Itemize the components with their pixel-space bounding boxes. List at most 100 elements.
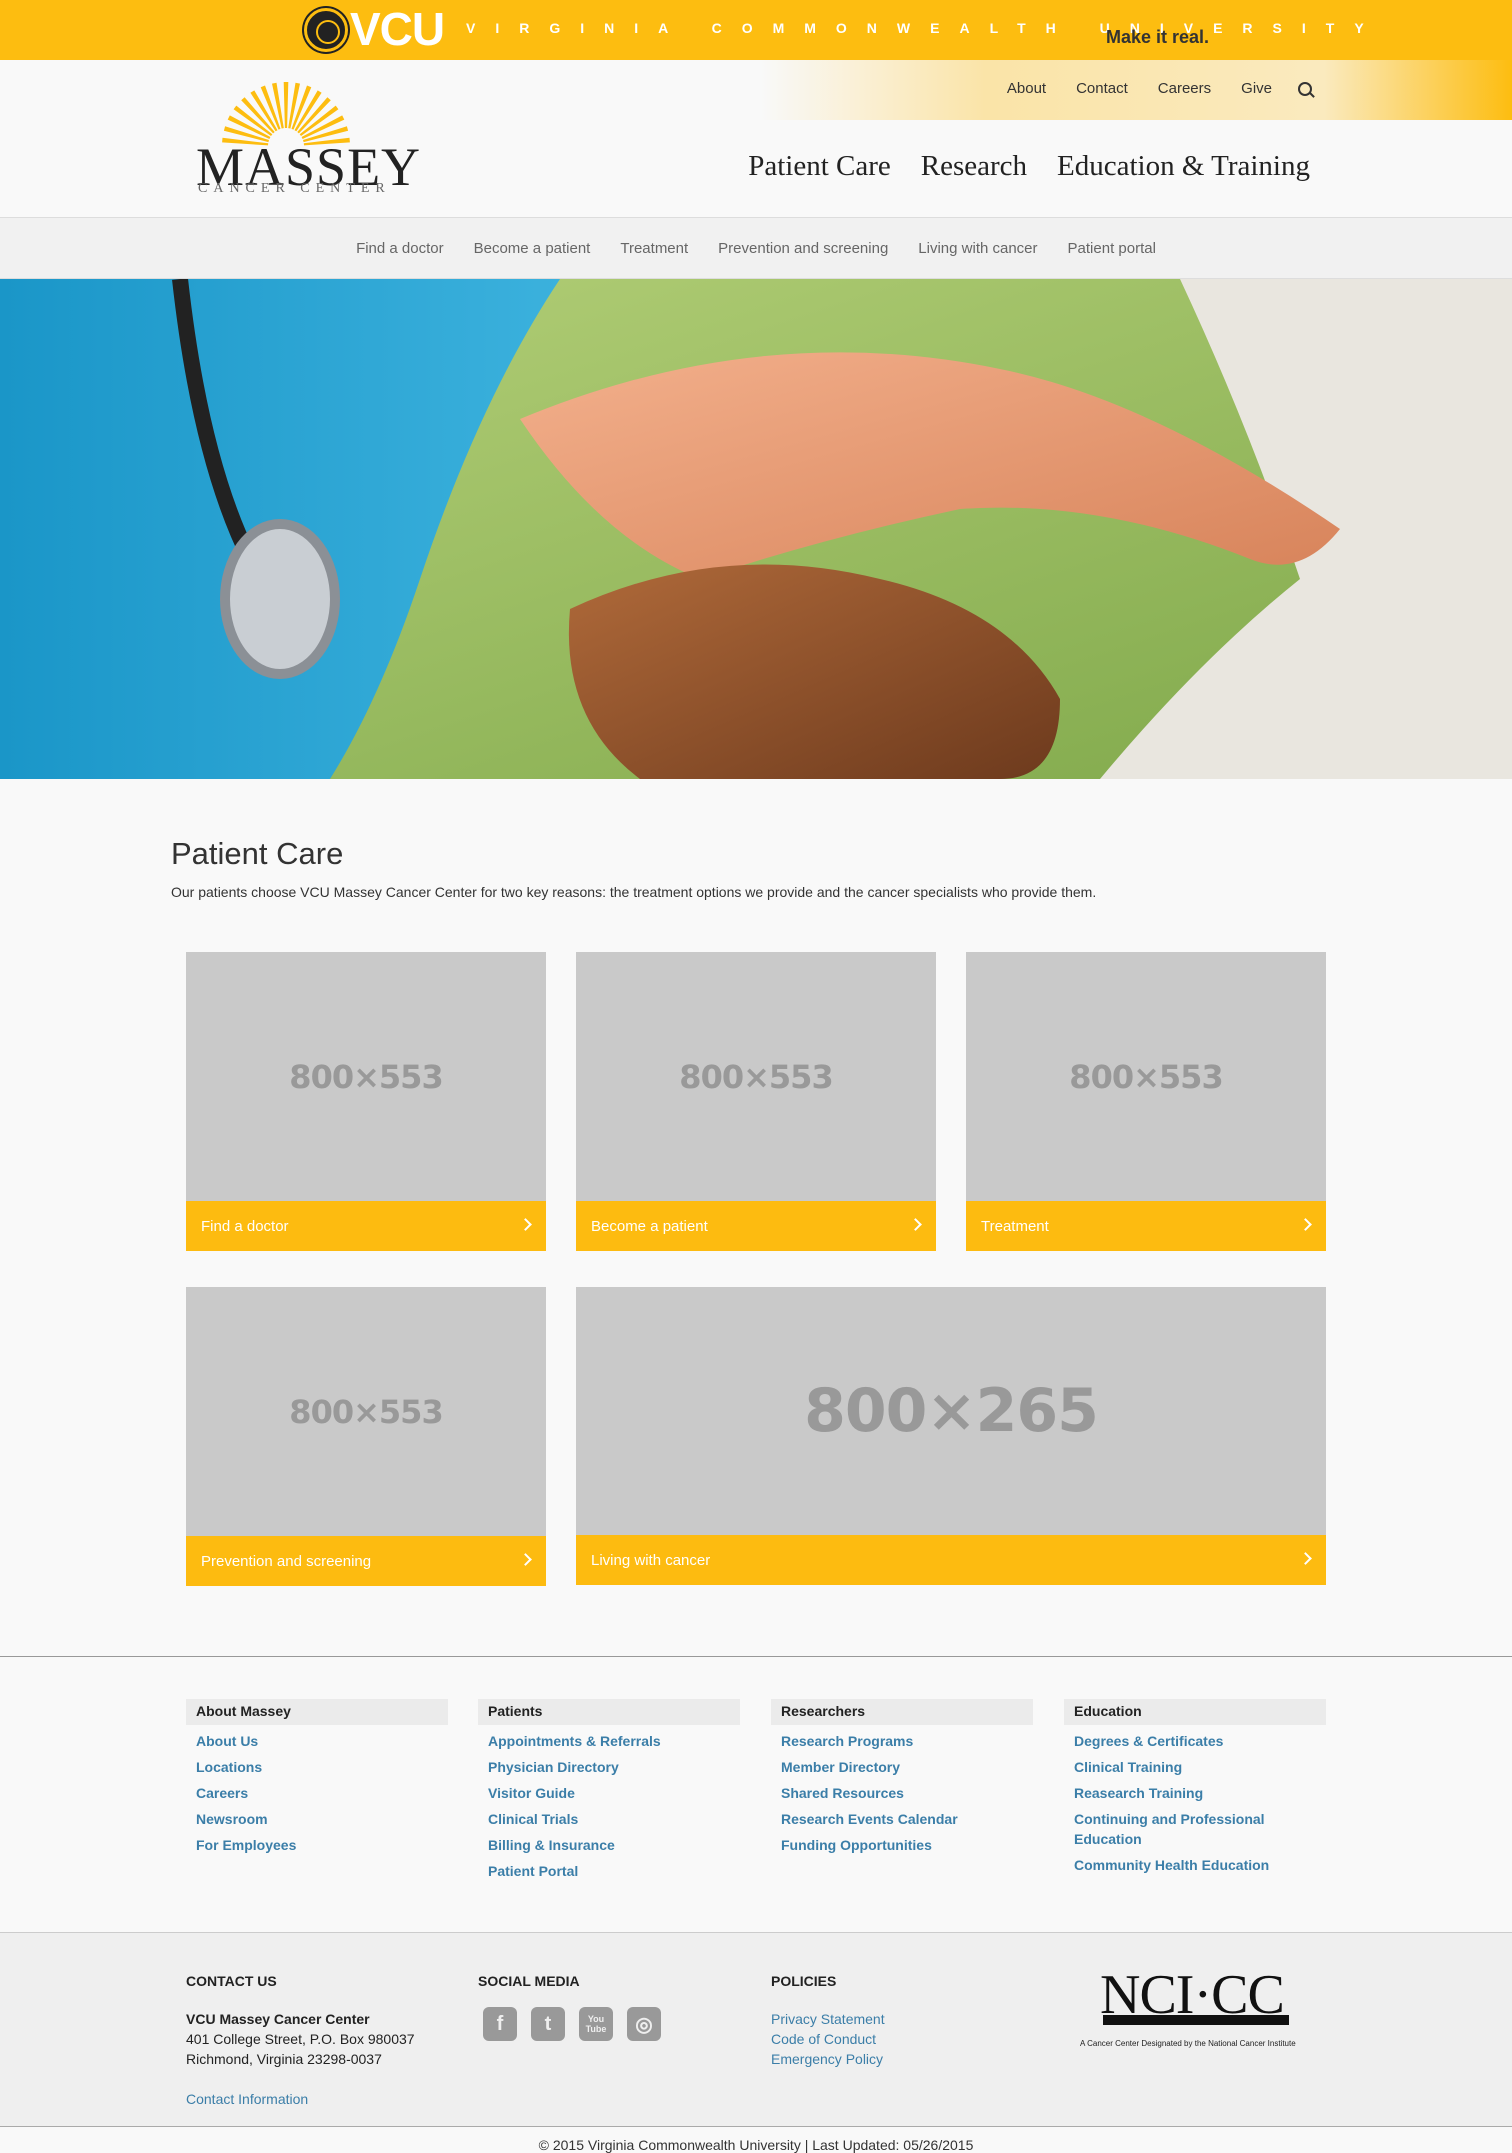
card-bar[interactable]: Find a doctor bbox=[186, 1201, 546, 1251]
instagram-icon[interactable]: ◎ bbox=[627, 2007, 661, 2041]
footer-col-researchers: Researchers Research Programs Member Dir… bbox=[771, 1699, 1033, 1855]
card-treatment[interactable]: 800×553 Treatment bbox=[966, 952, 1326, 1251]
policy-link-privacy[interactable]: Privacy Statement bbox=[771, 2009, 885, 2029]
main-nav-research[interactable]: Research bbox=[921, 150, 1027, 183]
footer-links: About Massey About Us Locations Careers … bbox=[0, 1656, 1512, 1932]
utility-nav: About Contact Careers Give bbox=[1007, 80, 1312, 97]
chevron-right-icon bbox=[1299, 1552, 1312, 1565]
footer-link[interactable]: About Us bbox=[186, 1731, 448, 1751]
card-bar[interactable]: Living with cancer bbox=[576, 1535, 1326, 1585]
policy-link-emergency[interactable]: Emergency Policy bbox=[771, 2049, 883, 2069]
subnav-living[interactable]: Living with cancer bbox=[918, 240, 1037, 257]
vcu-name[interactable]: VIRGINIA COMMONWEALTH UNIVERSITY bbox=[466, 20, 1384, 36]
utility-link-contact[interactable]: Contact bbox=[1076, 80, 1128, 97]
main-nav-patient-care[interactable]: Patient Care bbox=[748, 150, 891, 183]
card-label: Treatment bbox=[981, 1217, 1049, 1235]
footer-col-heading: Patients bbox=[478, 1699, 740, 1725]
utility-link-give[interactable]: Give bbox=[1241, 80, 1272, 97]
footer-col-about: About Massey About Us Locations Careers … bbox=[186, 1699, 448, 1855]
contact-address-line1: 401 College Street, P.O. Box 980037 bbox=[186, 2031, 415, 2047]
youtube-icon[interactable]: You Tube bbox=[579, 2007, 613, 2041]
card-label: Find a doctor bbox=[201, 1217, 289, 1235]
card-bar[interactable]: Treatment bbox=[966, 1201, 1326, 1251]
twitter-icon[interactable]: t bbox=[531, 2007, 565, 2041]
footer-link[interactable]: Member Directory bbox=[771, 1757, 1033, 1777]
footer-link[interactable]: Clinical Training bbox=[1064, 1757, 1326, 1777]
footer-link[interactable]: Patient Portal bbox=[478, 1861, 740, 1881]
footer-col-heading: Researchers bbox=[771, 1699, 1033, 1725]
footer-col-heading: Education bbox=[1064, 1699, 1326, 1725]
contact-heading: CONTACT US bbox=[186, 1973, 277, 1989]
chevron-right-icon bbox=[909, 1218, 922, 1231]
footer-link[interactable]: Research Programs bbox=[771, 1731, 1033, 1751]
facebook-icon[interactable]: f bbox=[483, 2007, 517, 2041]
footer-col-heading: About Massey bbox=[186, 1699, 448, 1725]
card-prevention[interactable]: 800×553 Prevention and screening bbox=[186, 1287, 546, 1586]
footer-link[interactable]: Research Events Calendar bbox=[771, 1809, 1033, 1829]
utility-link-about[interactable]: About bbox=[1007, 80, 1046, 97]
site-header: About Contact Careers Give MASSEY CANCER… bbox=[0, 60, 1512, 217]
footer-link[interactable]: Reasearch Training bbox=[1064, 1783, 1326, 1803]
subnav-become-patient[interactable]: Become a patient bbox=[474, 240, 591, 257]
chevron-right-icon bbox=[519, 1553, 532, 1566]
chevron-right-icon bbox=[1299, 1218, 1312, 1231]
card-living-with-cancer[interactable]: 800×265 Living with cancer bbox=[576, 1287, 1326, 1585]
page-title: Patient Care bbox=[171, 836, 344, 871]
search-icon[interactable] bbox=[1298, 81, 1312, 96]
policy-link-conduct[interactable]: Code of Conduct bbox=[771, 2029, 876, 2049]
copyright: © 2015 Virginia Commonwealth University … bbox=[0, 2126, 1512, 2153]
contact-address-line2: Richmond, Virginia 23298-0037 bbox=[186, 2051, 382, 2067]
social-heading: SOCIAL MEDIA bbox=[478, 1973, 580, 1989]
main-nav-education[interactable]: Education & Training bbox=[1057, 150, 1310, 183]
footer-contact: CONTACT US VCU Massey Cancer Center 401 … bbox=[0, 1932, 1512, 2126]
contact-info-link[interactable]: Contact Information bbox=[186, 2089, 308, 2109]
main-nav: Patient Care Research Education & Traini… bbox=[748, 150, 1310, 183]
vcu-seal-icon[interactable] bbox=[304, 8, 348, 52]
subnav-prevention[interactable]: Prevention and screening bbox=[718, 240, 888, 257]
chevron-right-icon bbox=[519, 1218, 532, 1231]
vcu-logo[interactable]: VCU bbox=[350, 4, 445, 54]
footer-link[interactable]: Billing & Insurance bbox=[478, 1835, 740, 1855]
massey-logo-subtitle: CANCER CENTER bbox=[198, 181, 391, 196]
card-bar[interactable]: Become a patient bbox=[576, 1201, 936, 1251]
card-label: Living with cancer bbox=[591, 1551, 711, 1569]
footer-link[interactable]: Shared Resources bbox=[771, 1783, 1033, 1803]
image-placeholder: 800×265 bbox=[804, 1376, 1099, 1446]
footer-link[interactable]: Locations bbox=[186, 1757, 448, 1777]
subnav-portal[interactable]: Patient portal bbox=[1068, 240, 1156, 257]
vcu-tagline: Make it real. bbox=[1106, 27, 1210, 47]
image-placeholder: 800×553 bbox=[289, 1057, 443, 1096]
card-become-patient[interactable]: 800×553 Become a patient bbox=[576, 952, 936, 1251]
footer-link[interactable]: Funding Opportunities bbox=[771, 1835, 1033, 1855]
policies-heading: POLICIES bbox=[771, 1973, 837, 1989]
footer-link[interactable]: For Employees bbox=[186, 1835, 448, 1855]
contact-org: VCU Massey Cancer Center bbox=[186, 2011, 370, 2027]
footer-link[interactable]: Appointments & Referrals bbox=[478, 1731, 740, 1751]
footer-link[interactable]: Newsroom bbox=[186, 1809, 448, 1829]
subnav-find-doctor[interactable]: Find a doctor bbox=[356, 240, 444, 257]
footer-link[interactable]: Physician Directory bbox=[478, 1757, 740, 1777]
footer-link[interactable]: Degrees & Certificates bbox=[1064, 1731, 1326, 1751]
footer-link[interactable]: Visitor Guide bbox=[478, 1783, 740, 1803]
sunburst-ray bbox=[283, 82, 289, 128]
card-bar[interactable]: Prevention and screening bbox=[186, 1536, 546, 1586]
nci-caption: A Cancer Center Designated by the Nation… bbox=[1080, 2039, 1296, 2048]
subnav-treatment[interactable]: Treatment bbox=[620, 240, 688, 257]
card-find-doctor[interactable]: 800×553 Find a doctor bbox=[186, 952, 546, 1251]
sub-nav: Find a doctor Become a patient Treatment… bbox=[0, 217, 1512, 279]
footer-link[interactable]: Clinical Trials bbox=[478, 1809, 740, 1829]
hero-image bbox=[0, 279, 1512, 779]
image-placeholder: 800×553 bbox=[679, 1057, 833, 1096]
vcu-top-bar: VCU VIRGINIA COMMONWEALTH UNIVERSITY Mak… bbox=[0, 0, 1512, 60]
card-label: Prevention and screening bbox=[201, 1552, 372, 1570]
card-label: Become a patient bbox=[591, 1217, 708, 1235]
utility-link-careers[interactable]: Careers bbox=[1158, 80, 1211, 97]
hands-photo bbox=[0, 279, 1512, 779]
footer-col-patients: Patients Appointments & Referrals Physic… bbox=[478, 1699, 740, 1881]
page-intro: Our patients choose VCU Massey Cancer Ce… bbox=[171, 884, 1097, 900]
footer-link[interactable]: Continuing and Professional Education bbox=[1064, 1809, 1326, 1849]
footer-col-education: Education Degrees & Certificates Clinica… bbox=[1064, 1699, 1326, 1875]
footer-link[interactable]: Community Health Education bbox=[1064, 1855, 1326, 1875]
footer-link[interactable]: Careers bbox=[186, 1783, 448, 1803]
image-placeholder: 800×553 bbox=[1069, 1057, 1223, 1096]
